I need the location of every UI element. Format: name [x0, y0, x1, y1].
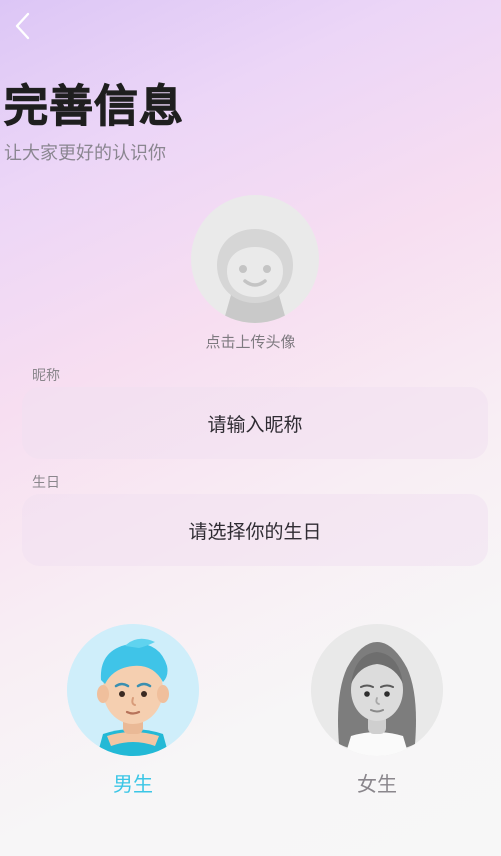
page-title: 完善信息 — [4, 81, 184, 133]
nickname-input[interactable]: 请输入昵称 — [22, 387, 488, 459]
female-avatar-option[interactable] — [311, 624, 443, 756]
male-avatar-icon — [67, 624, 199, 756]
male-avatar-option[interactable] — [67, 624, 199, 756]
male-option-label[interactable]: 男生 — [67, 770, 199, 798]
avatar-upload-button[interactable] — [191, 195, 319, 323]
female-option-label[interactable]: 女生 — [311, 770, 443, 798]
page-subtitle: 让大家更好的认识你 — [4, 143, 166, 164]
avatar-upload-hint: 点击上传头像 — [205, 333, 296, 351]
female-avatar-icon — [311, 624, 443, 756]
birthday-label: 生日 — [32, 475, 60, 491]
chevron-left-icon — [15, 12, 30, 40]
face-icon — [217, 229, 293, 323]
nickname-label: 昵称 — [32, 368, 60, 384]
back-button[interactable] — [6, 6, 40, 46]
birthday-picker[interactable]: 请选择你的生日 — [22, 494, 488, 566]
